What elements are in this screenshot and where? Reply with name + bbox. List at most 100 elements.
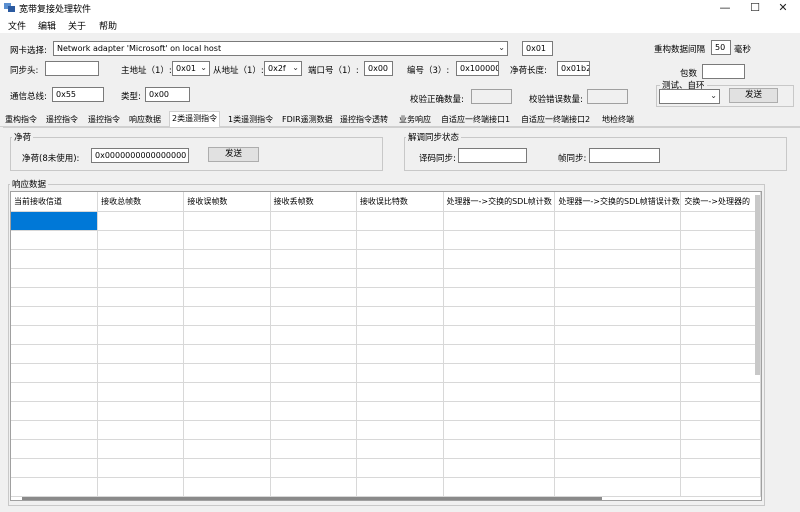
- table-cell[interactable]: [270, 325, 357, 345]
- table-cell[interactable]: [554, 306, 682, 326]
- table-cell[interactable]: [97, 306, 185, 326]
- table-cell[interactable]: [97, 230, 185, 250]
- table-cell[interactable]: [680, 439, 761, 459]
- table-row[interactable]: [11, 363, 761, 383]
- tab-remote-passthrough[interactable]: 遥控指令透转: [338, 113, 390, 127]
- column-header[interactable]: 接收丢帧数: [270, 192, 357, 212]
- table-cell[interactable]: [97, 420, 185, 440]
- horizontal-scrollbar[interactable]: [22, 497, 602, 500]
- table-cell[interactable]: [356, 249, 444, 269]
- table-cell[interactable]: [270, 306, 357, 326]
- table-cell[interactable]: [680, 306, 761, 326]
- column-header[interactable]: 接收误比特数: [356, 192, 444, 212]
- table-cell[interactable]: [97, 363, 185, 383]
- menu-edit[interactable]: 编辑: [38, 19, 56, 32]
- table-cell[interactable]: [443, 439, 556, 459]
- table-cell[interactable]: [97, 382, 185, 402]
- table-cell[interactable]: [356, 230, 444, 250]
- table-cell[interactable]: [183, 420, 271, 440]
- tab-business-response[interactable]: 业务响应: [397, 113, 433, 127]
- table-cell[interactable]: [554, 325, 682, 345]
- table-cell[interactable]: [11, 382, 99, 402]
- type-field[interactable]: 0x00: [145, 87, 190, 102]
- minimize-button[interactable]: —: [710, 0, 740, 16]
- table-cell[interactable]: [680, 249, 761, 269]
- table-cell[interactable]: [680, 344, 761, 364]
- table-cell[interactable]: [270, 382, 357, 402]
- table-cell[interactable]: [680, 363, 761, 383]
- table-cell[interactable]: [356, 458, 444, 478]
- table-cell[interactable]: [443, 344, 556, 364]
- table-cell[interactable]: [183, 477, 271, 497]
- table-cell[interactable]: [554, 382, 682, 402]
- table-cell[interactable]: [356, 344, 444, 364]
- table-cell[interactable]: [554, 268, 682, 288]
- table-cell[interactable]: [11, 230, 99, 250]
- table-cell[interactable]: [270, 363, 357, 383]
- table-cell[interactable]: [443, 211, 556, 231]
- tab-remote-control-2[interactable]: 遥控指令: [86, 113, 122, 127]
- tab-rebuild[interactable]: 重构指令: [3, 113, 39, 127]
- menu-file[interactable]: 文件: [8, 19, 26, 32]
- table-cell[interactable]: [270, 230, 357, 250]
- test-send-button[interactable]: 发送: [729, 88, 778, 103]
- table-cell[interactable]: [356, 211, 444, 231]
- menu-help[interactable]: 帮助: [99, 19, 117, 32]
- table-cell[interactable]: [11, 211, 99, 231]
- table-row[interactable]: [11, 420, 761, 440]
- port-field[interactable]: 0x00: [364, 61, 393, 76]
- table-row[interactable]: [11, 344, 761, 364]
- table-cell[interactable]: [356, 401, 444, 421]
- rebuild-interval-field[interactable]: 50: [711, 40, 731, 55]
- tab-response-data[interactable]: 响应数据: [127, 113, 163, 127]
- table-cell[interactable]: [680, 382, 761, 402]
- tab-adaptive-2[interactable]: 自适应一终端接口2: [519, 113, 592, 127]
- table-cell[interactable]: [97, 477, 185, 497]
- nic-select[interactable]: Network adapter 'Microsoft' on local hos…: [53, 41, 508, 56]
- table-row[interactable]: [11, 439, 761, 459]
- table-cell[interactable]: [11, 249, 99, 269]
- table-cell[interactable]: [11, 363, 99, 383]
- decode-sync-field[interactable]: [458, 148, 527, 163]
- table-cell[interactable]: [183, 306, 271, 326]
- table-cell[interactable]: [11, 420, 99, 440]
- column-header[interactable]: 接收总帧数: [97, 192, 185, 212]
- table-cell[interactable]: [356, 477, 444, 497]
- table-cell[interactable]: [11, 439, 99, 459]
- table-row[interactable]: [11, 458, 761, 478]
- table-cell[interactable]: [183, 268, 271, 288]
- response-grid[interactable]: 当前接收信道 接收总帧数 接收误帧数 接收丢帧数 接收误比特数 处理器一->交换…: [10, 191, 762, 501]
- tab-remote-control-1[interactable]: 遥控指令: [44, 113, 80, 127]
- table-cell[interactable]: [356, 287, 444, 307]
- table-row[interactable]: [11, 382, 761, 402]
- nic-hex-field[interactable]: 0x01: [522, 41, 553, 56]
- table-cell[interactable]: [443, 420, 556, 440]
- table-cell[interactable]: [97, 401, 185, 421]
- table-cell[interactable]: [680, 401, 761, 421]
- table-cell[interactable]: [443, 401, 556, 421]
- table-cell[interactable]: [270, 211, 357, 231]
- table-cell[interactable]: [270, 344, 357, 364]
- table-cell[interactable]: [443, 477, 556, 497]
- table-cell[interactable]: [680, 477, 761, 497]
- column-header[interactable]: 处理器一->交换的SDL帧计数: [443, 192, 556, 212]
- table-cell[interactable]: [270, 268, 357, 288]
- table-cell[interactable]: [443, 306, 556, 326]
- table-cell[interactable]: [356, 268, 444, 288]
- table-cell[interactable]: [554, 458, 682, 478]
- table-cell[interactable]: [443, 458, 556, 478]
- table-cell[interactable]: [356, 325, 444, 345]
- table-cell[interactable]: [443, 230, 556, 250]
- table-cell[interactable]: [11, 401, 99, 421]
- table-cell[interactable]: [11, 325, 99, 345]
- table-cell[interactable]: [183, 363, 271, 383]
- table-row[interactable]: [11, 249, 761, 269]
- table-cell[interactable]: [680, 211, 761, 231]
- table-cell[interactable]: [183, 249, 271, 269]
- table-cell[interactable]: [270, 287, 357, 307]
- table-cell[interactable]: [183, 382, 271, 402]
- table-cell[interactable]: [554, 363, 682, 383]
- tab-adaptive-1[interactable]: 自适应一终端接口1: [439, 113, 512, 127]
- table-cell[interactable]: [270, 439, 357, 459]
- tab-class1-telemetry[interactable]: 1类遥测指令: [226, 113, 275, 127]
